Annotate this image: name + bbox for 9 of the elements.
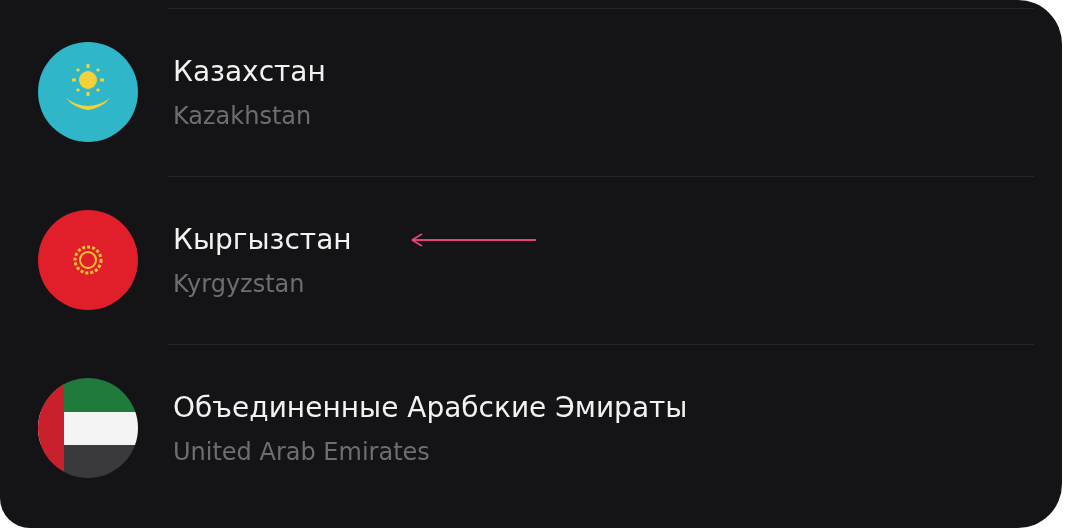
country-subtitle: Kyrgyzstan <box>173 270 305 298</box>
flag-icon <box>38 378 138 478</box>
flag-icon <box>38 42 138 142</box>
country-name: Казахстан <box>173 55 326 88</box>
country-name: Объединенные Арабские Эмираты <box>173 391 688 424</box>
country-subtitle: United Arab Emirates <box>173 438 430 466</box>
country-name: Кыргызстан <box>173 223 352 256</box>
flag-icon <box>38 210 138 310</box>
country-subtitle: Kazakhstan <box>173 102 312 130</box>
